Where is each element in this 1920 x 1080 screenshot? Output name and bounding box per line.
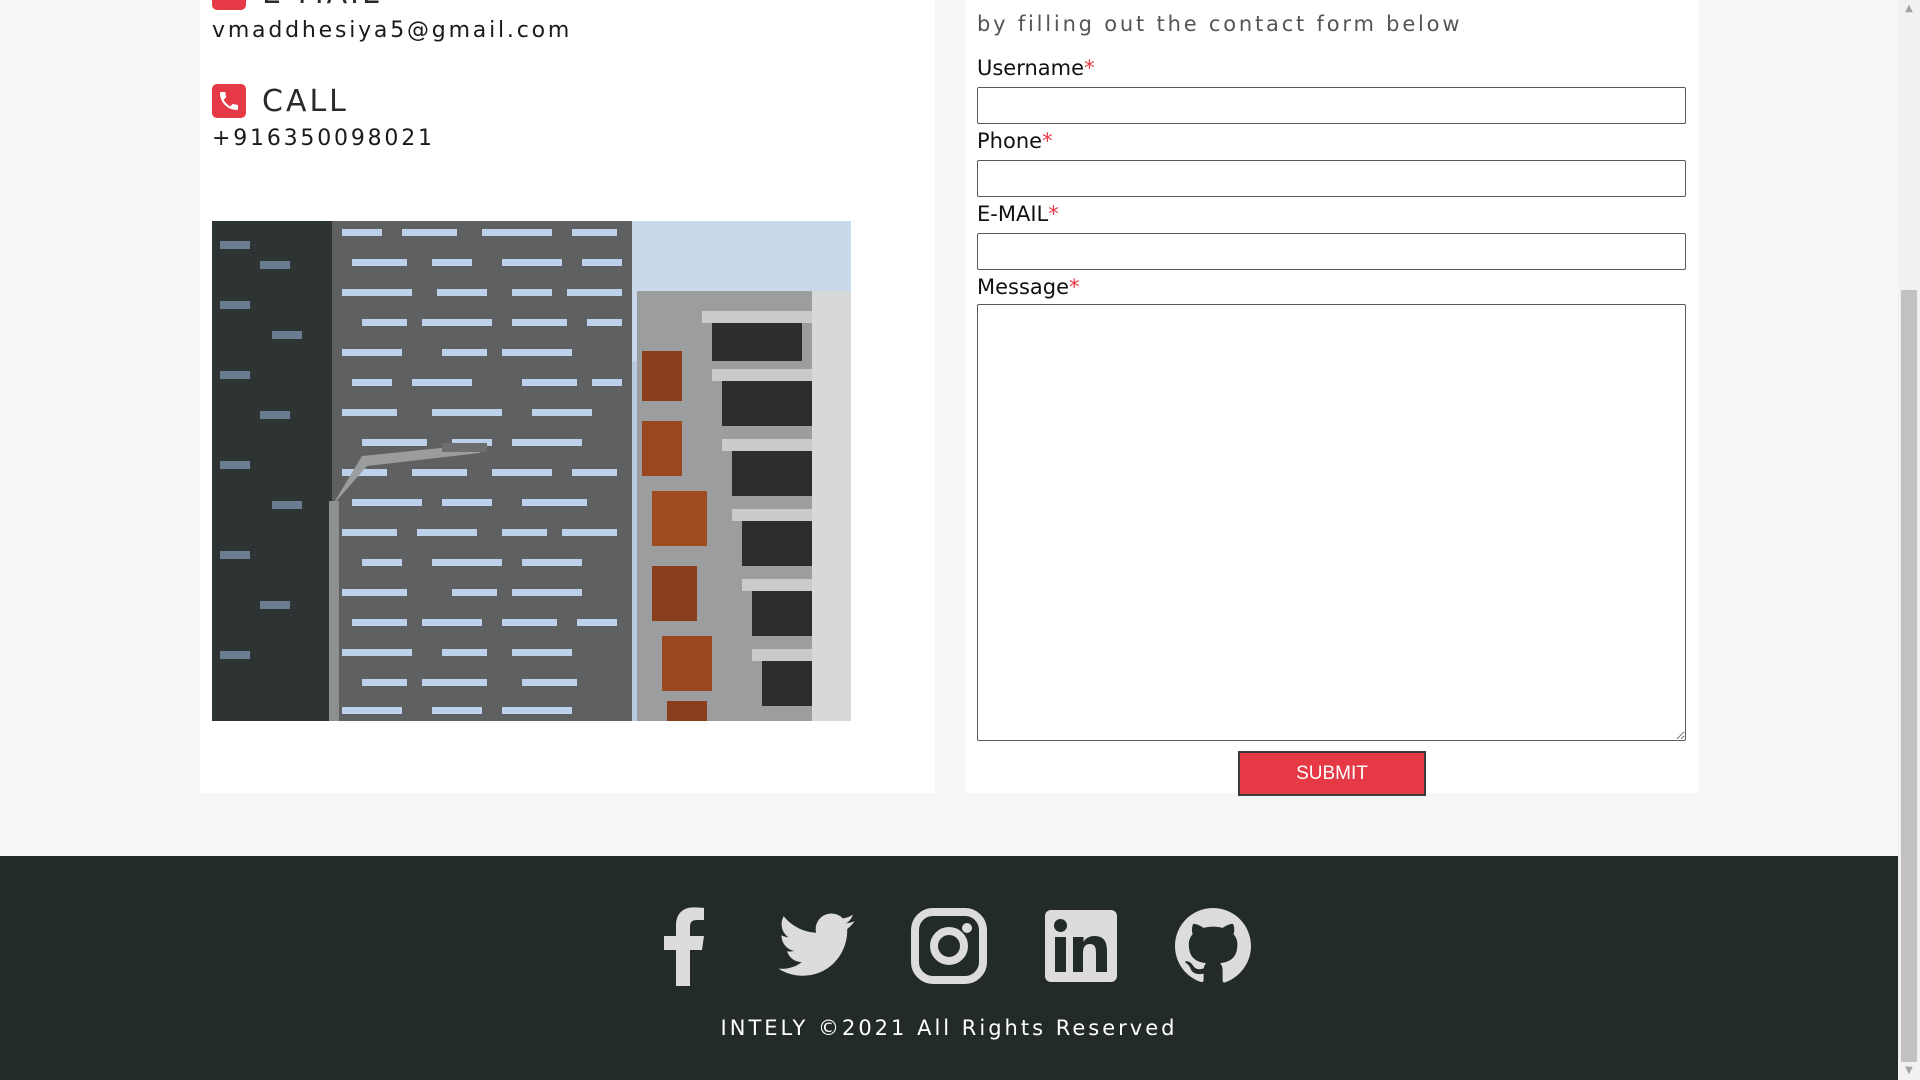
phone-input[interactable] (977, 160, 1686, 197)
email-label: E-MAIL* (977, 202, 1059, 226)
phone-label: Phone* (977, 129, 1053, 153)
github-icon[interactable] (1173, 906, 1253, 986)
email-title: E-MAIL (262, 0, 382, 11)
message-label: Message* (977, 275, 1080, 299)
required-mark: * (1084, 56, 1095, 80)
form-intro-text: by filling out the contact form below (977, 12, 1463, 36)
page: E-MAIL vmaddhesiya5@gmail.com CALL +9163… (0, 0, 1898, 1080)
call-heading: CALL (212, 78, 435, 124)
contact-form-card: by filling out the contact form below Us… (965, 0, 1699, 796)
email-heading: E-MAIL (212, 0, 572, 16)
footer: INTELY ©2021 All Rights Reserved (0, 856, 1898, 1080)
scroll-up-arrow-icon[interactable]: ▲ (1898, 0, 1920, 18)
instagram-icon[interactable] (909, 906, 989, 986)
message-textarea[interactable] (977, 304, 1686, 741)
linkedin-icon[interactable] (1041, 906, 1121, 986)
contact-info-card: E-MAIL vmaddhesiya5@gmail.com CALL +9163… (200, 0, 935, 793)
phone-icon (212, 84, 246, 118)
username-label: Username* (977, 56, 1095, 80)
twitter-icon[interactable] (777, 906, 857, 986)
required-mark: * (1048, 202, 1059, 226)
call-title: CALL (262, 83, 349, 119)
building-photo (212, 221, 851, 721)
required-mark: * (1042, 129, 1053, 153)
envelope-icon (212, 0, 246, 10)
copyright-text: INTELY ©2021 All Rights Reserved (720, 1016, 1178, 1040)
social-links (0, 906, 1898, 986)
email-input[interactable] (977, 233, 1686, 270)
facebook-icon[interactable] (645, 906, 725, 986)
required-mark: * (1069, 275, 1080, 299)
email-value[interactable]: vmaddhesiya5@gmail.com (212, 18, 572, 43)
call-block: CALL +916350098021 (212, 78, 435, 151)
submit-button[interactable]: SUBMIT (1238, 751, 1426, 796)
call-value[interactable]: +916350098021 (212, 126, 435, 151)
vertical-scrollbar[interactable]: ▲ ▼ (1898, 0, 1920, 1080)
email-block: E-MAIL vmaddhesiya5@gmail.com (212, 0, 572, 43)
scroll-down-arrow-icon[interactable]: ▼ (1898, 1062, 1920, 1080)
username-input[interactable] (977, 87, 1686, 124)
scrollbar-thumb[interactable] (1901, 290, 1917, 1062)
